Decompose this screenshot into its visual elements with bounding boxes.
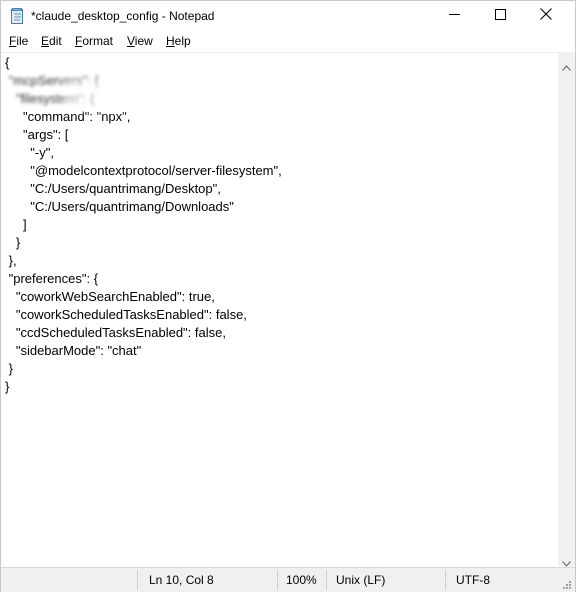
menu-edit-accel: E (41, 34, 50, 48)
menu-bar: File Edit Format View Help (1, 31, 575, 51)
maximize-icon (494, 7, 506, 25)
close-button[interactable] (523, 1, 569, 31)
menu-file-label: ile (16, 34, 29, 48)
editor-line: "coworkWebSearchEnabled": true, (5, 289, 215, 304)
menu-view-label: iew (134, 34, 153, 48)
editor-line: "C:/Users/quantrimang/Downloads" (5, 199, 234, 214)
status-separator (445, 570, 446, 590)
status-line-ending: Unix (LF) (336, 573, 386, 587)
menu-view-accel: V (127, 34, 135, 48)
redaction-blur (63, 79, 293, 111)
title-bar[interactable]: *claude_desktop_config - Notepad (1, 1, 575, 31)
menu-file[interactable]: File (9, 34, 28, 48)
status-position: Ln 10, Col 8 (149, 573, 214, 587)
text-editor[interactable]: { "mcpServers": { "filesystem": { "comma… (1, 52, 558, 567)
menu-format-label: ormat (82, 34, 114, 48)
status-separator (137, 570, 138, 590)
minimize-icon (448, 7, 460, 25)
status-encoding: UTF-8 (456, 573, 490, 587)
editor-line: "ccdScheduledTasksEnabled": false, (5, 325, 226, 340)
menu-help[interactable]: Help (166, 34, 191, 48)
status-zoom: 100% (286, 573, 317, 587)
editor-line: "C:/Users/quantrimang/Desktop", (5, 181, 221, 196)
notepad-icon (11, 8, 24, 24)
status-separator (277, 570, 278, 590)
menu-edit-label: dit (49, 34, 62, 48)
resize-grip-icon[interactable] (561, 578, 571, 596)
scroll-up-arrow-icon[interactable] (562, 58, 571, 76)
editor-line: "-y", (5, 145, 54, 160)
editor-line: "preferences": { (5, 271, 99, 286)
editor-line: } (5, 361, 13, 376)
editor-line: "@modelcontextprotocol/server-filesystem… (5, 163, 282, 178)
minimize-button[interactable] (431, 1, 477, 31)
editor-line: "args": [ (5, 127, 69, 142)
editor-line: } (5, 379, 10, 394)
menu-edit[interactable]: Edit (41, 34, 62, 48)
window-title: *claude_desktop_config - Notepad (31, 9, 215, 23)
status-bar: Ln 10, Col 8 100% Unix (LF) UTF-8 (1, 567, 575, 592)
status-separator (326, 570, 327, 590)
vertical-scrollbar[interactable] (558, 52, 575, 567)
editor-line: ] (5, 217, 27, 232)
close-icon (540, 7, 552, 25)
maximize-button[interactable] (477, 1, 523, 31)
editor-line: }, (5, 253, 17, 268)
menu-view[interactable]: View (127, 34, 153, 48)
menu-help-accel: H (166, 34, 175, 48)
editor-line: "sidebarMode": "chat" (5, 343, 142, 358)
notepad-window: *claude_desktop_config - Notepad File Ed… (0, 0, 576, 592)
editor-line: } (5, 235, 21, 250)
menu-help-label: elp (174, 34, 191, 48)
editor-line: "coworkScheduledTasksEnabled": false, (5, 307, 247, 322)
editor-line: { (5, 55, 10, 70)
menu-format[interactable]: Format (75, 34, 113, 48)
